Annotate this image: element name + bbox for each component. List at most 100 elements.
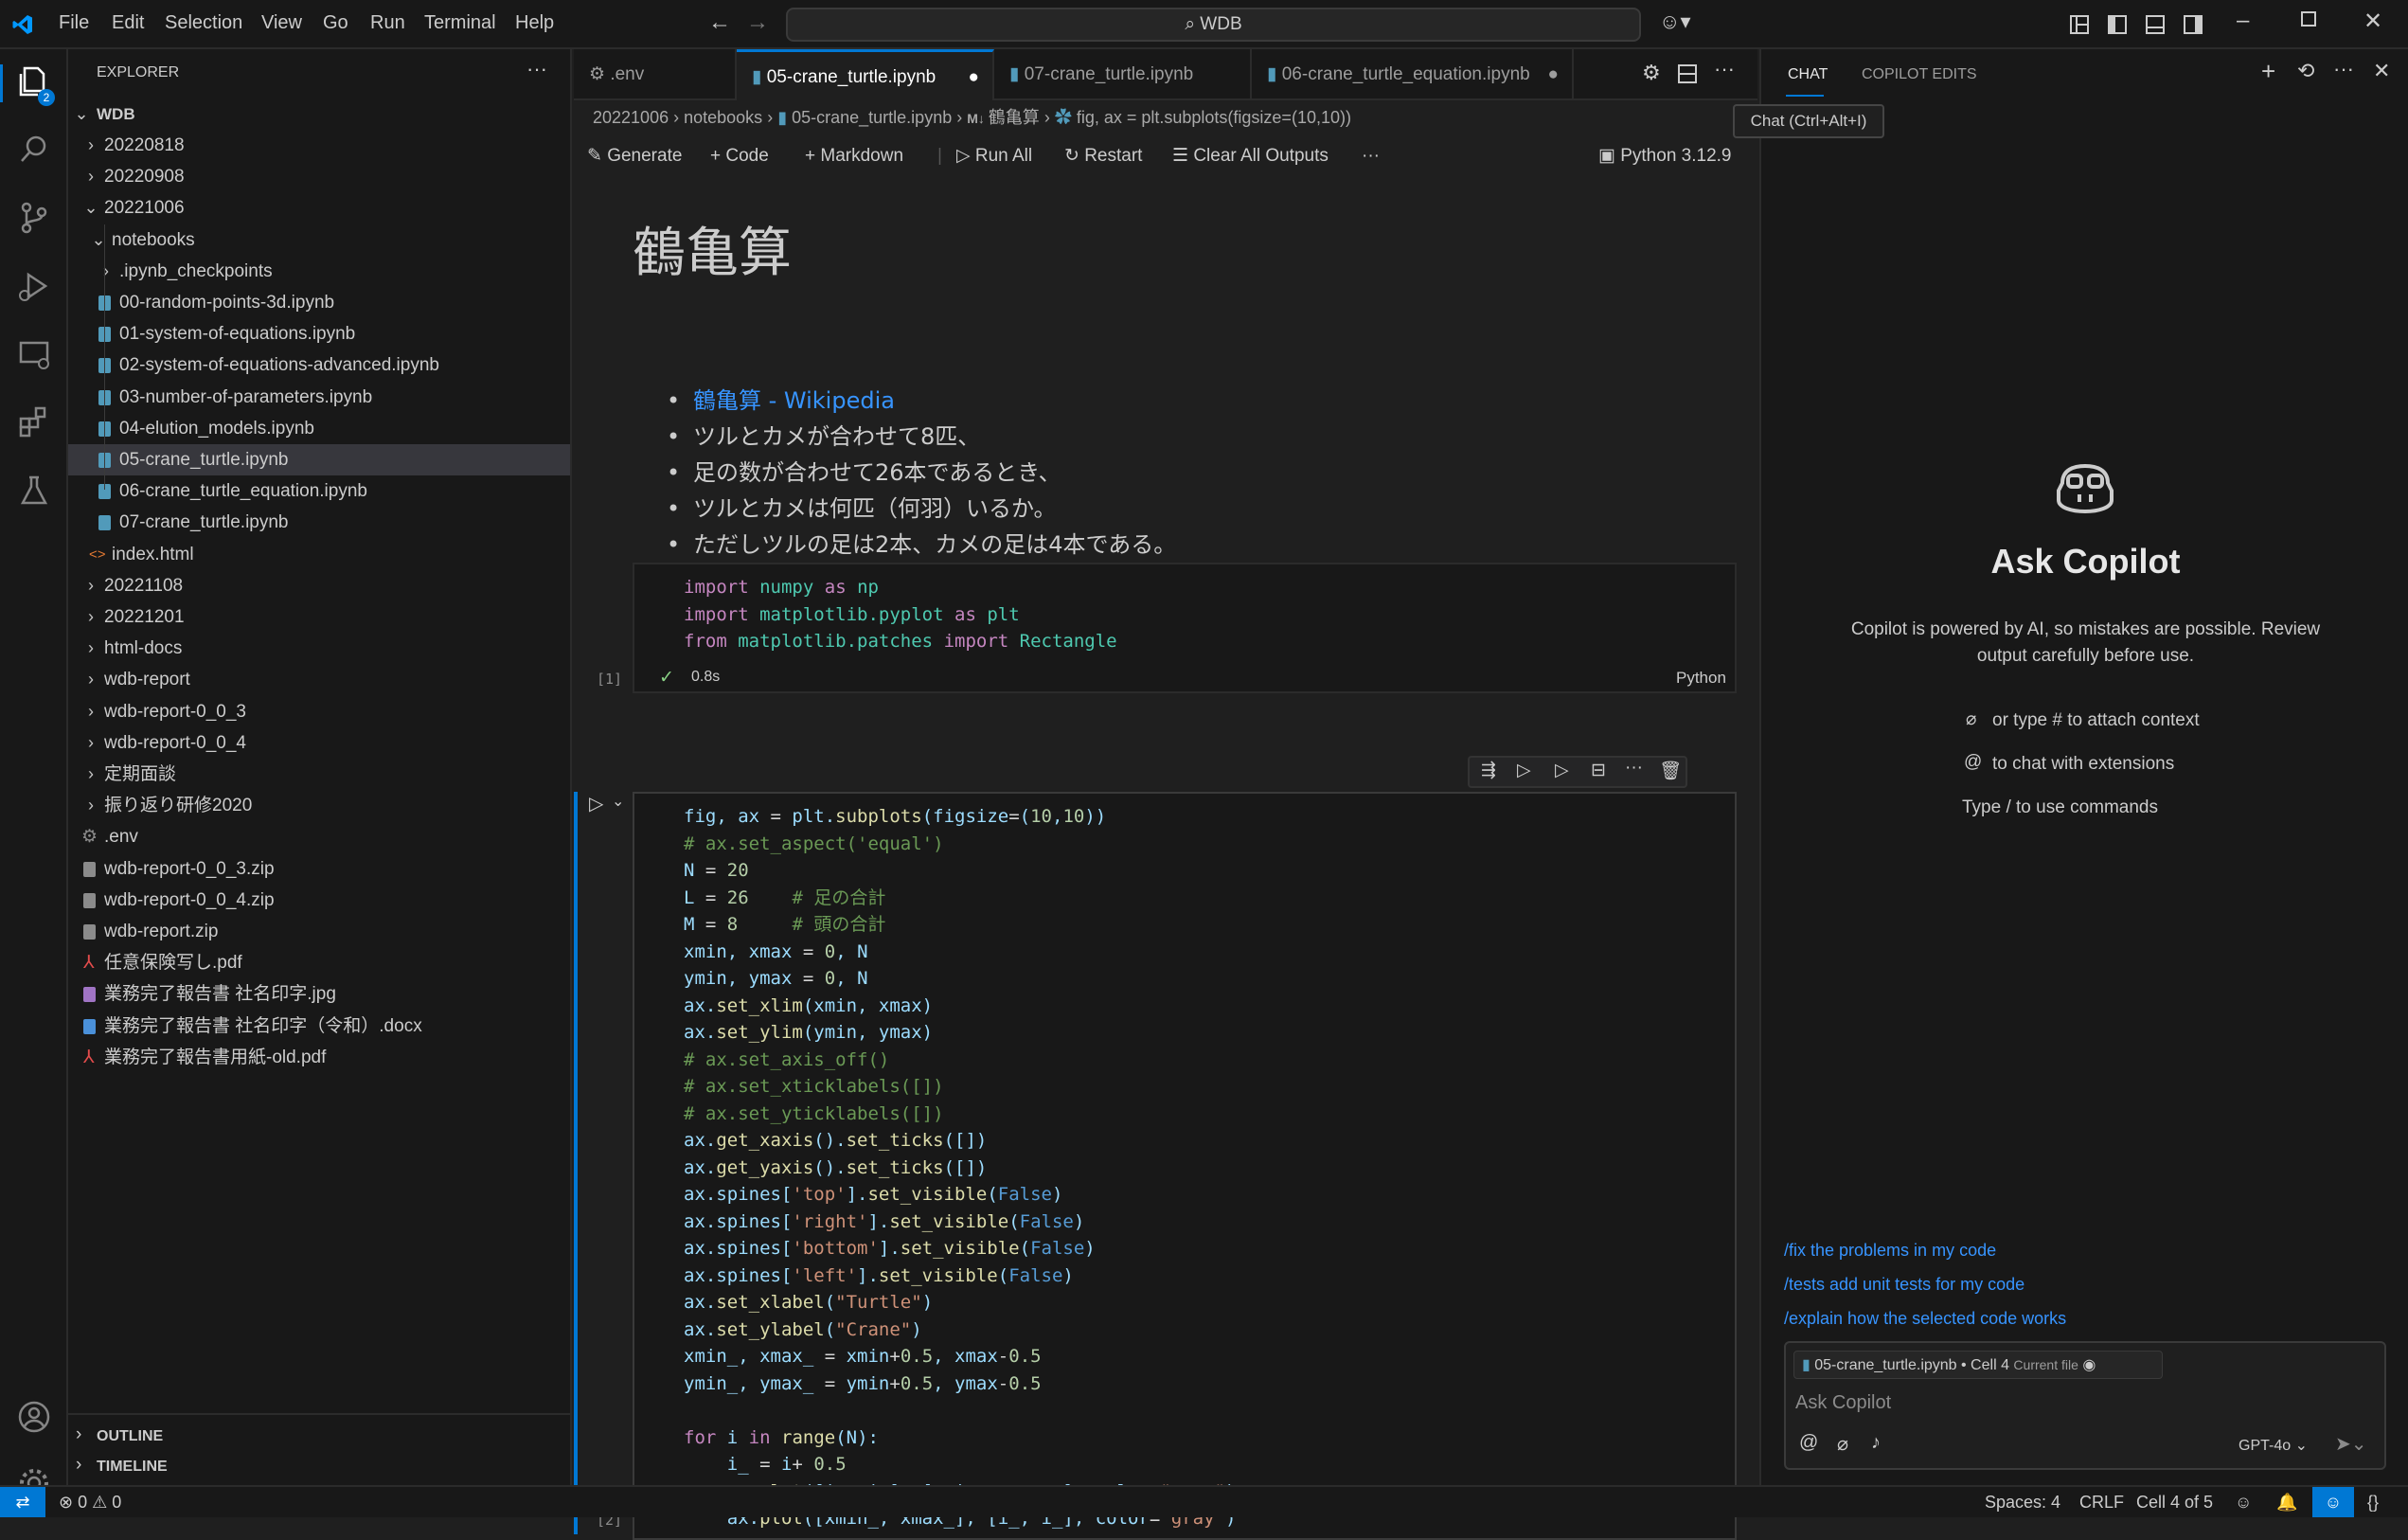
new-chat-plus-icon[interactable]: + [2261,57,2275,86]
toolbar-more-icon[interactable]: ··· [1362,134,1380,178]
command-center-search[interactable]: ⌕ WDB [786,8,1641,42]
tree-file[interactable]: ⅄ 業務完了報告書用紙-old.pdf [68,1042,570,1073]
tree-folder[interactable]: › 20221201 [68,601,570,633]
back-arrow-icon[interactable]: ← [708,9,731,36]
explorer-more-icon[interactable]: ··· [526,57,547,81]
tree-file[interactable]: ⅄ 任意保険写し.pdf [68,947,570,978]
tab-copilot-edits[interactable]: COPILOT EDITS [1862,66,1977,83]
close-window-icon[interactable]: ✕ [2363,8,2382,35]
tree-folder[interactable]: ⌄ 20221006 [68,192,570,224]
code-cell-2[interactable]: fig, ax = plt.subplots(figsize=(10,10)) … [597,792,1737,1540]
split-cell-icon[interactable]: ⊟ [1591,760,1606,781]
menu-selection[interactable]: Selection [165,12,242,34]
add-markdown-button[interactable]: + Markdown [805,134,903,178]
breadcrumb-file[interactable]: 05-crane_turtle.ipynb [792,108,952,127]
menu-go[interactable]: Go [323,12,348,34]
tree-folder[interactable]: › 振り返り研修2020 [68,790,570,821]
tree-file[interactable]: wdb-report-0_0_3.zip [68,853,570,885]
code-cell-1[interactable]: import numpy as np import matplotlib.pyp… [597,563,1737,693]
copilot-active-icon[interactable]: ☺ [2312,1487,2354,1517]
accounts-icon[interactable] [15,1398,53,1436]
send-icon[interactable]: ➤⌄ [2335,1432,2367,1456]
tree-folder[interactable]: ⌄ notebooks [68,224,570,256]
forward-arrow-icon[interactable]: → [746,9,769,36]
problems-indicator[interactable]: ⊗ 0 ⚠ 0 [59,1487,121,1517]
tree-file[interactable]: 業務完了報告書 社名印字（令和）.docx [68,1011,570,1042]
cell-position-status[interactable]: Cell 4 of 5 [2136,1487,2213,1517]
run-cell-icon[interactable]: ▷ [589,792,603,815]
copilot-status-icon[interactable]: ☺ [2235,1487,2252,1517]
dirty-dot-icon[interactable]: ● [1548,49,1559,100]
workspace-root[interactable]: ⌄ WDB [68,98,570,130]
extensions-icon[interactable] [15,403,53,441]
chat-more-icon[interactable]: ··· [2333,57,2354,81]
testing-flask-icon[interactable] [15,472,53,510]
language-braces-icon[interactable]: {} [2367,1487,2379,1517]
menu-file[interactable]: File [59,12,89,34]
cell-1-source[interactable]: import numpy as np import matplotlib.pyp… [684,574,1117,655]
tree-file[interactable]: 07-crane_turtle.ipynb [68,507,570,538]
editor-more-icon[interactable]: ··· [1714,57,1735,81]
model-picker[interactable]: GPT-4o ⌄ [2239,1436,2308,1455]
execute-below-icon[interactable]: ▷ [1555,760,1569,781]
run-by-line-icon[interactable]: ⇶ [1481,760,1496,781]
indentation-status[interactable]: Spaces: 4 [1985,1487,2060,1517]
suggestion-tests[interactable]: /tests add unit tests for my code [1784,1275,2025,1295]
at-mention-icon[interactable]: @ [1799,1432,1818,1454]
tree-file[interactable]: 業務完了報告書 社名印字.jpg [68,978,570,1010]
tab-05-crane-turtle[interactable]: ▮ 05-crane_turtle.ipynb ● [737,49,994,100]
notifications-bell-icon[interactable]: 🔔 [2276,1487,2297,1517]
remote-indicator-icon[interactable]: ⇄ [0,1487,45,1517]
tree-file[interactable]: wdb-report-0_0_4.zip [68,885,570,916]
minimize-icon[interactable]: – [2237,8,2249,34]
source-control-icon[interactable] [15,199,53,237]
menu-terminal[interactable]: Terminal [424,12,496,34]
menu-run[interactable]: Run [370,12,405,34]
remote-explorer-icon[interactable] [15,335,53,373]
add-code-button[interactable]: + Code [710,134,769,178]
menu-edit[interactable]: Edit [112,12,144,34]
cell-1-language[interactable]: Python [1676,669,1726,688]
tree-folder[interactable]: › 定期面談 [68,759,570,790]
tree-folder[interactable]: › wdb-report-0_0_3 [68,696,570,727]
context-attachment[interactable]: ▮ 05-crane_turtle.ipynb • Cell 4 Current… [1793,1351,2163,1379]
cell-more-icon[interactable]: ··· [1625,758,1643,779]
tree-file[interactable]: <> index.html [68,539,570,570]
run-all-button[interactable]: ▷ Run All [956,134,1032,178]
search-view-icon[interactable] [15,131,53,169]
tree-folder[interactable]: › wdb-report [68,664,570,695]
breadcrumb-folder[interactable]: 20221006 [593,108,669,127]
tab-chat[interactable]: CHAT [1788,66,1828,83]
tree-folder[interactable]: › html-docs [68,633,570,664]
chat-input-box[interactable]: ▮ 05-crane_turtle.ipynb • Cell 4 Current… [1784,1341,2386,1470]
clear-outputs-button[interactable]: ☰ Clear All Outputs [1172,134,1329,178]
run-options-chevron-icon[interactable]: ⌄ [612,792,624,811]
execute-above-icon[interactable]: ▷ [1517,760,1531,781]
tree-folder[interactable]: › 20220818 [68,130,570,161]
tree-folder[interactable]: › 20221108 [68,570,570,601]
tree-file[interactable]: wdb-report.zip [68,916,570,947]
wikipedia-link[interactable]: 鶴亀算 - Wikipedia [693,387,895,414]
tree-folder[interactable]: › .ipynb_checkpoints [68,256,570,287]
outline-section[interactable]: › OUTLINE [68,1424,570,1453]
chat-input-placeholder[interactable]: Ask Copilot [1795,1392,1891,1414]
suggestion-fix[interactable]: /fix the problems in my code [1784,1241,1996,1261]
microphone-icon[interactable]: ♪ [1871,1432,1881,1454]
tree-file[interactable]: 03-number-of-parameters.ipynb [68,382,570,413]
tab-07-crane-turtle[interactable]: ▮ 07-crane_turtle.ipynb [994,49,1252,100]
breadcrumb-markdown-cell[interactable]: 鶴亀算 [989,108,1040,127]
delete-cell-icon[interactable]: 🗑 [1659,760,1682,782]
toggle-panel-icon[interactable] [2146,15,2165,34]
cell-2-source[interactable]: fig, ax = plt.subplots(figsize=(10,10)) … [684,803,1236,1532]
tree-file[interactable]: 00-random-points-3d.ipynb [68,287,570,318]
timeline-section[interactable]: › TIMELINE [68,1455,570,1483]
toggle-primary-sidebar-icon[interactable] [2108,15,2127,34]
history-icon[interactable]: ⟲ [2297,59,2314,83]
dirty-dot-icon[interactable]: ● [969,52,979,103]
maximize-icon[interactable] [2301,11,2316,27]
toggle-secondary-sidebar-icon[interactable] [2184,15,2203,34]
tree-file[interactable]: ⚙ .env [68,821,570,852]
tree-file[interactable]: 06-crane_turtle_equation.ipynb [68,475,570,507]
generate-button[interactable]: ✎ Generate [587,134,682,178]
copilot-menu-icon[interactable]: ☺▾ [1659,9,1691,34]
